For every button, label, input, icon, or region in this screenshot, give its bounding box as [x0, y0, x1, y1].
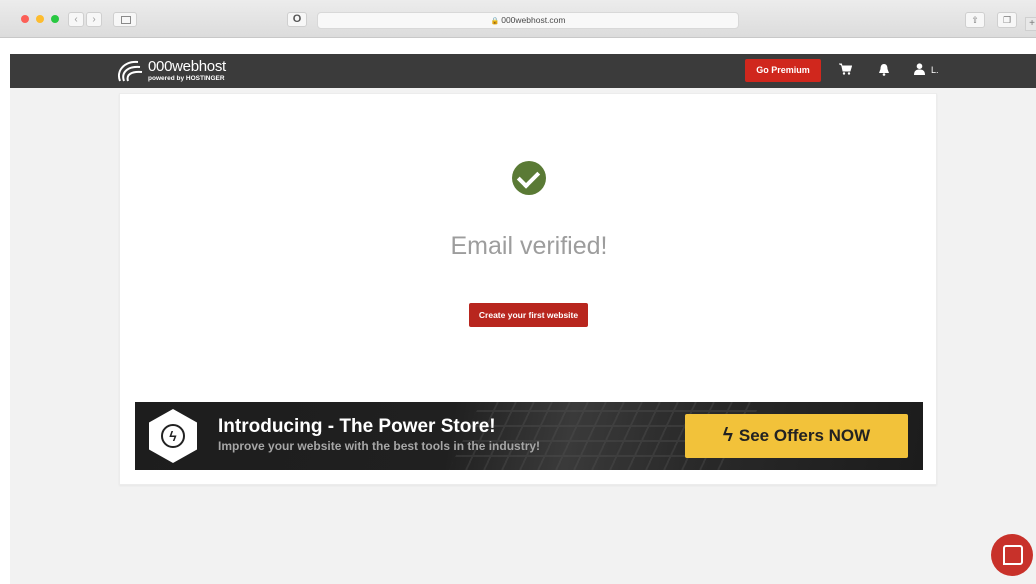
extension-icon[interactable]: O: [287, 12, 307, 27]
logo-tagline: powered by HOSTINGER: [148, 75, 225, 82]
back-button[interactable]: ‹: [68, 12, 84, 27]
site-logo[interactable]: 000webhost powered by HOSTINGER: [114, 57, 226, 85]
close-window-button[interactable]: [21, 15, 29, 23]
check-circle-icon: [512, 161, 546, 195]
zoom-window-button[interactable]: [51, 15, 59, 23]
tabs-overview-icon[interactable]: ❐: [997, 12, 1017, 28]
banner-title: Introducing - The Power Store!: [218, 416, 496, 437]
share-icon[interactable]: ⇧: [965, 12, 985, 28]
go-premium-button[interactable]: Go Premium: [745, 59, 821, 82]
logo-name: 000webhost: [148, 58, 226, 75]
swirl-logo-icon: [114, 57, 148, 85]
bolt-icon: ϟ: [722, 425, 733, 446]
new-tab-icon[interactable]: +: [1025, 17, 1036, 31]
verification-card: Email verified! Create your first websit…: [119, 93, 937, 485]
create-website-button[interactable]: Create your first website: [469, 303, 588, 327]
site-header: 000webhost powered by HOSTINGER Go Premi…: [10, 54, 1036, 88]
bell-icon[interactable]: [878, 63, 890, 80]
page-left-margin: [0, 38, 10, 584]
banner-subtitle: Improve your website with the best tools…: [218, 439, 541, 453]
lock-icon: 🔒: [490, 18, 500, 25]
address-bar[interactable]: 🔒 000webhost.com: [317, 12, 739, 29]
page-title: Email verified!: [450, 232, 608, 260]
power-hex-icon: ϟ: [149, 409, 197, 463]
see-offers-button[interactable]: ϟ See Offers NOW: [685, 414, 908, 458]
see-offers-label: See Offers NOW: [738, 426, 871, 445]
browser-toolbar: ‹ › O 🔒 000webhost.com ⇧ ❐ +: [0, 0, 1036, 38]
chat-icon[interactable]: [991, 534, 1033, 576]
sidebar-toggle-icon[interactable]: [113, 12, 137, 27]
user-icon[interactable]: [914, 63, 925, 79]
page-top-margin: [0, 38, 1036, 54]
power-store-banner[interactable]: ϟ Introducing - The Power Store! Improve…: [135, 402, 923, 470]
minimize-window-button[interactable]: [36, 15, 44, 23]
cart-icon[interactable]: [839, 63, 853, 79]
url-text: 000webhost.com: [501, 15, 566, 25]
bolt-icon: ϟ: [161, 424, 185, 448]
user-name[interactable]: L.: [931, 65, 939, 75]
forward-button[interactable]: ›: [86, 12, 102, 27]
